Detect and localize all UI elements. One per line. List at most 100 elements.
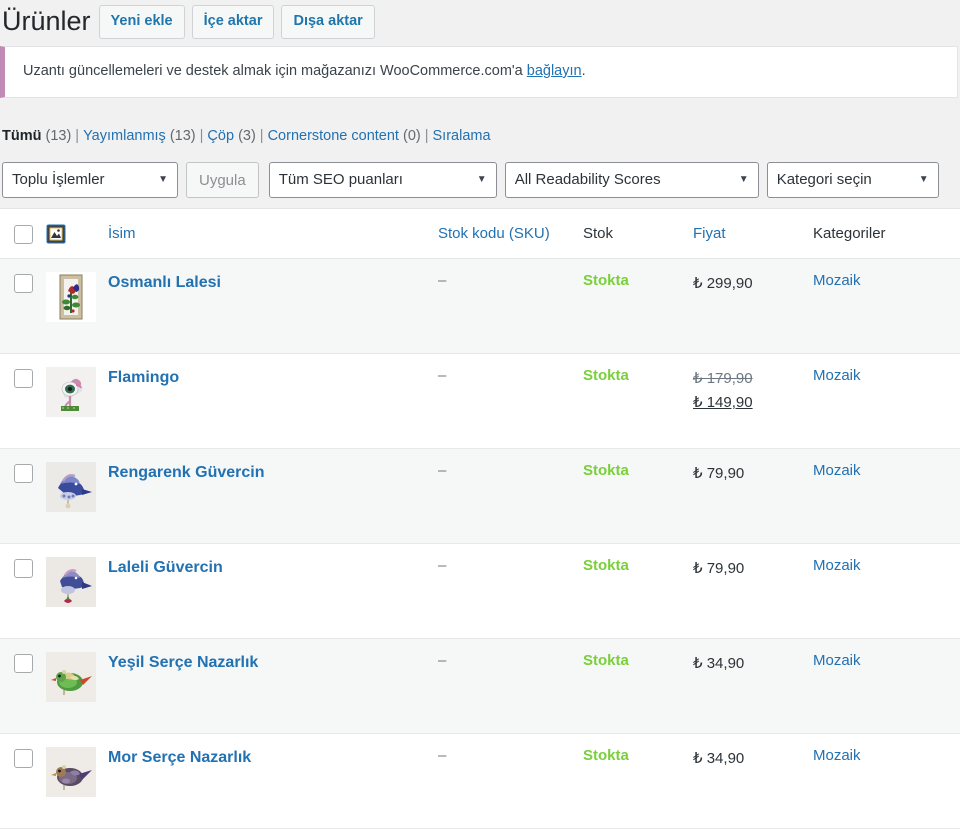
row-stock-cell: Stokta [583,733,693,829]
row-sku-cell: – [438,258,583,355]
product-category-link[interactable]: Mozaik [813,367,861,384]
products-table-head: İsim Stok kodu (SKU) Stok Fiyat Kategori… [0,208,960,260]
products-table: İsim Stok kodu (SKU) Stok Fiyat Kategori… [0,208,960,829]
row-name-cell: Laleli Güvercin [108,543,438,640]
product-category-link[interactable]: Mozaik [813,652,861,669]
product-name-link[interactable]: Rengarenk Güvercin [108,462,265,484]
page-header: Ürünler Yeni ekle İçe aktar Dışa aktar [0,0,960,46]
row-select-checkbox[interactable] [14,559,33,579]
stock-status-badge: Stokta [583,367,629,385]
page-title: Ürünler [2,6,91,37]
table-row: Rengarenk Güvercin – Stokta ₺ 79,90 Moza… [0,448,960,545]
row-checkbox-cell [0,353,46,450]
sort-by-name-link[interactable]: İsim [108,225,136,242]
name-column-header: İsim [108,208,438,260]
product-sku: – [438,367,447,385]
seo-score-filter-wrap: Tüm SEO puanlarıİyiOkGerekiyor iyileştir… [268,162,497,199]
row-select-checkbox[interactable] [14,654,33,674]
image-icon [46,224,66,244]
product-category-link[interactable]: Mozaik [813,272,861,289]
row-name-cell: Rengarenk Güvercin [108,448,438,545]
blue-dove-mosaic-thumbnail[interactable] [46,462,96,513]
bulk-actions-wrap: Toplu İşlemlerDüzenleÇöpe taşı ▼ [2,162,178,199]
status-filter-sorting: Sıralama [433,128,491,144]
product-name-link[interactable]: Mor Serçe Nazarlık [108,747,251,769]
seo-score-filter-select[interactable]: Tüm SEO puanlarıİyiOkGerekiyor iyileştir… [268,162,497,199]
connect-store-link[interactable]: bağlayın [527,63,582,79]
row-select-checkbox[interactable] [14,749,33,769]
category-filter-wrap: Kategori seçinMozaik ▼ [766,162,939,199]
row-sku-cell: – [438,353,583,450]
row-price-cell: ₺ 179,90 ₺ 149,90 [693,353,813,450]
row-select-checkbox[interactable] [14,274,33,294]
table-toolbar: Toplu İşlemlerDüzenleÇöpe taşı ▼ Uygula … [0,160,960,200]
sku-column-header: Stok kodu (SKU) [438,208,583,260]
readability-filter-select[interactable]: All Readability ScoresGoodOKNeeds improv… [504,162,759,199]
table-row: Flamingo – Stokta ₺ 179,90 ₺ 149,90 Moza… [0,353,960,450]
row-checkbox-cell [0,258,46,355]
readability-filter-wrap: All Readability ScoresGoodOKNeeds improv… [504,162,759,199]
status-filter-all-link[interactable]: Tümü [2,128,41,144]
bulk-actions-select[interactable]: Toplu İşlemlerDüzenleÇöpe taşı [2,162,178,199]
row-name-cell: Flamingo [108,353,438,450]
status-filter-trash: Çöp (3) | [207,128,267,144]
row-sku-cell: – [438,543,583,640]
sort-by-price-link[interactable]: Fiyat [693,225,726,242]
row-thumbnail-cell [46,353,108,450]
product-price: ₺ 299,90 [693,275,753,293]
product-name-link[interactable]: Osmanlı Lalesi [108,272,221,294]
table-row: Yeşil Serçe Nazarlık – Stokta ₺ 34,90 Mo… [0,638,960,735]
table-row: Mor Serçe Nazarlık – Stokta ₺ 34,90 Moza… [0,733,960,829]
framed-tulip-mosaic-thumbnail[interactable] [46,272,96,323]
row-select-checkbox[interactable] [14,369,33,389]
export-products-button[interactable]: Dışa aktar [281,5,375,39]
row-stock-cell: Stokta [583,543,693,640]
product-category-link[interactable]: Mozaik [813,557,861,574]
row-categories-cell: Mozaik [813,543,960,640]
row-thumbnail-cell [46,733,108,829]
category-filter-select[interactable]: Kategori seçinMozaik [766,162,939,199]
products-table-body: Osmanlı Lalesi – Stokta ₺ 299,90 Mozaik [0,258,960,829]
product-name-link[interactable]: Yeşil Serçe Nazarlık [108,652,258,674]
product-price: ₺ 34,90 [693,655,745,673]
product-sku: – [438,747,447,765]
import-products-button[interactable]: İçe aktar [191,5,275,39]
apply-bulk-action-button[interactable]: Uygula [186,162,259,199]
tulip-dove-mosaic-thumbnail[interactable] [46,557,96,608]
select-all-checkbox[interactable] [14,225,33,245]
status-filter-cornerstone-link[interactable]: Cornerstone content [268,128,399,144]
add-new-product-button[interactable]: Yeni ekle [98,5,185,39]
product-name-link[interactable]: Laleli Güvercin [108,557,223,579]
row-categories-cell: Mozaik [813,733,960,829]
row-stock-cell: Stokta [583,353,693,450]
row-thumbnail-cell [46,258,108,355]
select-all-column [0,208,46,260]
product-category-link[interactable]: Mozaik [813,747,861,764]
sort-by-sku-link[interactable]: Stok kodu (SKU) [438,225,550,242]
table-row: Osmanlı Lalesi – Stokta ₺ 299,90 Mozaik [0,258,960,355]
row-categories-cell: Mozaik [813,353,960,450]
purple-sparrow-mosaic-thumbnail[interactable] [46,747,96,798]
row-select-checkbox[interactable] [14,464,33,484]
product-price: ₺ 79,90 [693,465,745,483]
status-filter-published-link[interactable]: Yayımlanmış [83,128,166,144]
product-price: ₺ 179,90 ₺ 149,90 [693,370,753,411]
row-categories-cell: Mozaik [813,638,960,735]
product-sku: – [438,652,447,670]
product-name-link[interactable]: Flamingo [108,367,179,389]
woocommerce-connect-notice: Uzantı güncellemeleri ve destek almak iç… [0,46,958,99]
row-thumbnail-cell [46,448,108,545]
separator: | [199,128,204,145]
green-sparrow-mosaic-thumbnail[interactable] [46,652,96,703]
row-stock-cell: Stokta [583,258,693,355]
row-checkbox-cell [0,448,46,545]
flamingo-mosaic-thumbnail[interactable] [46,367,96,418]
status-filter-trash-link[interactable]: Çöp [207,128,234,144]
product-category-link[interactable]: Mozaik [813,462,861,479]
status-filter-list: Tümü (13) | Yayımlanmış (13) | Çöp (3) | Corne… [2,122,960,151]
row-price-cell: ₺ 79,90 [693,448,813,545]
row-thumbnail-cell [46,638,108,735]
status-filter-cornerstone-count: (0) [403,128,421,145]
status-filter-sorting-link[interactable]: Sıralama [433,128,491,144]
row-price-cell: ₺ 34,90 [693,638,813,735]
